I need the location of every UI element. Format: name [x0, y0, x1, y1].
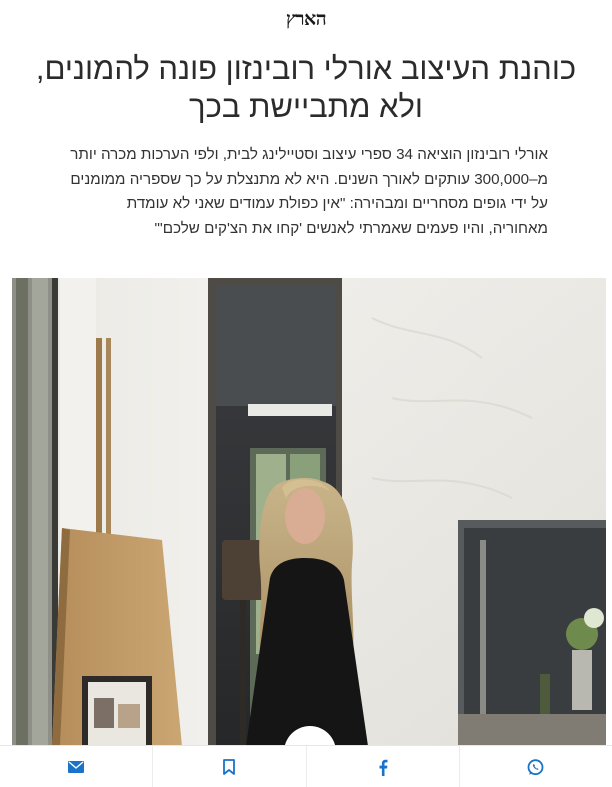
email-share-button[interactable] [0, 746, 152, 787]
site-logo[interactable]: הארץ [286, 8, 327, 31]
site-header: הארץ [0, 0, 612, 34]
bookmark-icon [223, 759, 236, 775]
share-bar [0, 745, 612, 787]
hero-image[interactable] [12, 278, 606, 746]
article-headline: כוהנת העיצוב אורלי רובינזון פונה להמונים… [35, 51, 577, 124]
facebook-icon [378, 759, 388, 776]
save-article-button[interactable] [152, 746, 305, 787]
mail-icon [68, 761, 85, 773]
whatsapp-icon [527, 758, 544, 776]
whatsapp-share-button[interactable] [458, 746, 612, 787]
hero-photo-illustration [12, 278, 606, 746]
facebook-share-button[interactable] [305, 746, 459, 787]
article-subhead: אורלי רובינזון הוציאה 34 ספרי עיצוב וסטי… [70, 146, 548, 237]
